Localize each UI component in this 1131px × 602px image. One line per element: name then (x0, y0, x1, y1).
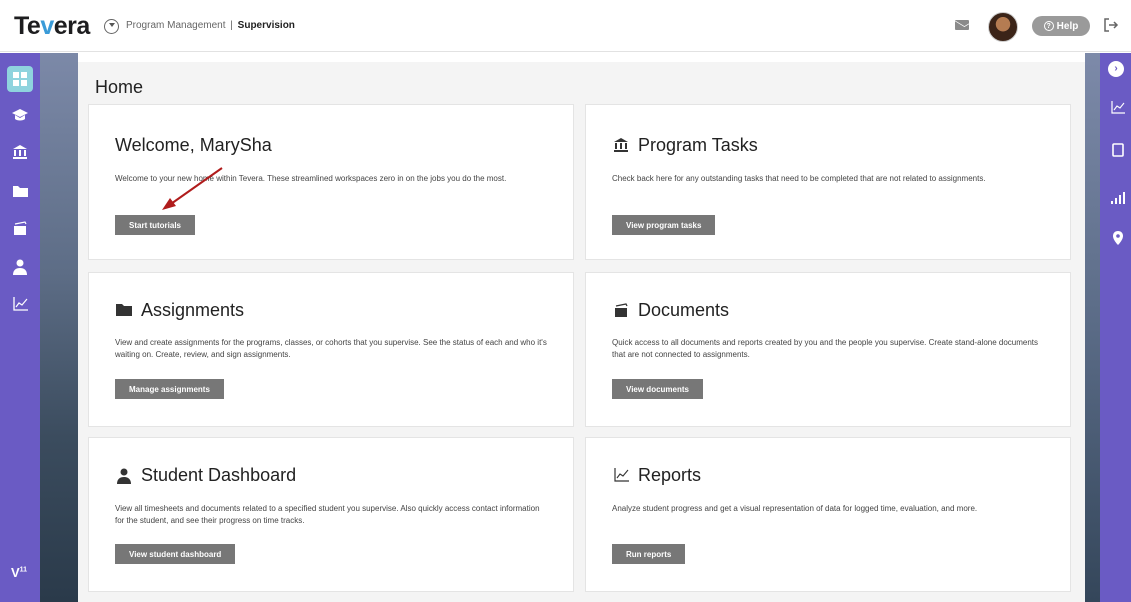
chevron-right-icon[interactable]: › (1108, 61, 1124, 77)
run-reports-button[interactable]: Run reports (612, 544, 686, 564)
tevera-logo[interactable]: Tevera (14, 12, 90, 41)
view-student-dashboard-button[interactable]: View student dashboard (115, 544, 236, 564)
assignments-card: Assignments View and create assignments … (88, 272, 574, 427)
institution-icon (612, 137, 630, 154)
documents-icon[interactable] (10, 221, 30, 241)
chart-icon[interactable] (10, 297, 30, 317)
left-sidebar: V11 (0, 53, 40, 602)
breadcrumb-current: Supervision (237, 20, 295, 31)
copy-icon[interactable] (1109, 143, 1127, 161)
background-image-right (1085, 53, 1100, 602)
avatar[interactable] (988, 12, 1018, 42)
right-sidebar: › (1100, 53, 1131, 602)
help-icon: ? (1043, 21, 1054, 31)
manage-assignments-button[interactable]: Manage assignments (115, 379, 224, 399)
student-icon (115, 468, 133, 484)
student-dashboard-card: Student Dashboard View all timesheets an… (88, 437, 574, 592)
version-badge[interactable]: V11 (11, 565, 33, 583)
documents-heading: Documents (612, 300, 729, 321)
graduation-cap-icon[interactable] (10, 108, 30, 128)
view-documents-button[interactable]: View documents (612, 379, 703, 399)
institution-icon[interactable] (10, 145, 30, 165)
page-title: Home (95, 77, 144, 97)
reports-card: Reports Analyze student progress and get… (585, 437, 1071, 592)
documents-icon (612, 302, 630, 319)
assignments-heading: Assignments (115, 300, 244, 321)
folder-icon (115, 303, 133, 319)
top-bar: Tevera Program Management | Supervision … (0, 0, 1131, 52)
start-tutorials-button[interactable]: Start tutorials (115, 215, 196, 235)
student-dashboard-heading: Student Dashboard (115, 465, 296, 486)
breadcrumb: Program Management | Supervision (126, 20, 295, 31)
student-icon[interactable] (10, 259, 30, 279)
reports-description: Analyze student progress and get a visua… (612, 504, 978, 513)
folder-icon[interactable] (10, 183, 30, 203)
documents-card: Documents Quick access to all documents … (585, 272, 1071, 427)
signal-icon[interactable] (1109, 191, 1127, 209)
mail-icon[interactable] (955, 20, 969, 30)
view-program-tasks-button[interactable]: View program tasks (612, 215, 716, 235)
logout-icon[interactable] (1103, 17, 1119, 33)
program-tasks-card: Program Tasks Check back here for any ou… (585, 104, 1071, 260)
reports-heading: Reports (612, 465, 701, 486)
breadcrumb-parent[interactable]: Program Management (126, 20, 226, 31)
chart-icon[interactable] (1109, 101, 1127, 119)
workspace-toggle-icon[interactable] (104, 19, 119, 34)
welcome-title: Welcome, MarySha (115, 135, 272, 155)
dashboard-icon[interactable] (7, 66, 33, 92)
help-button[interactable]: ? Help (1032, 16, 1090, 36)
program-tasks-heading: Program Tasks (612, 135, 758, 156)
map-marker-icon[interactable] (1109, 231, 1127, 249)
program-tasks-description: Check back here for any outstanding task… (612, 174, 986, 183)
student-dashboard-description: View all timesheets and documents relate… (115, 504, 540, 525)
documents-description: Quick access to all documents and report… (612, 338, 1039, 359)
main-content: Home Welcome, MarySha Welcome to your ne… (78, 62, 1085, 602)
assignments-description: View and create assignments for the prog… (115, 338, 547, 359)
chart-icon (612, 467, 630, 484)
breadcrumb-separator: | (230, 20, 233, 31)
background-image (40, 53, 78, 602)
annotation-arrow-icon (162, 167, 223, 210)
